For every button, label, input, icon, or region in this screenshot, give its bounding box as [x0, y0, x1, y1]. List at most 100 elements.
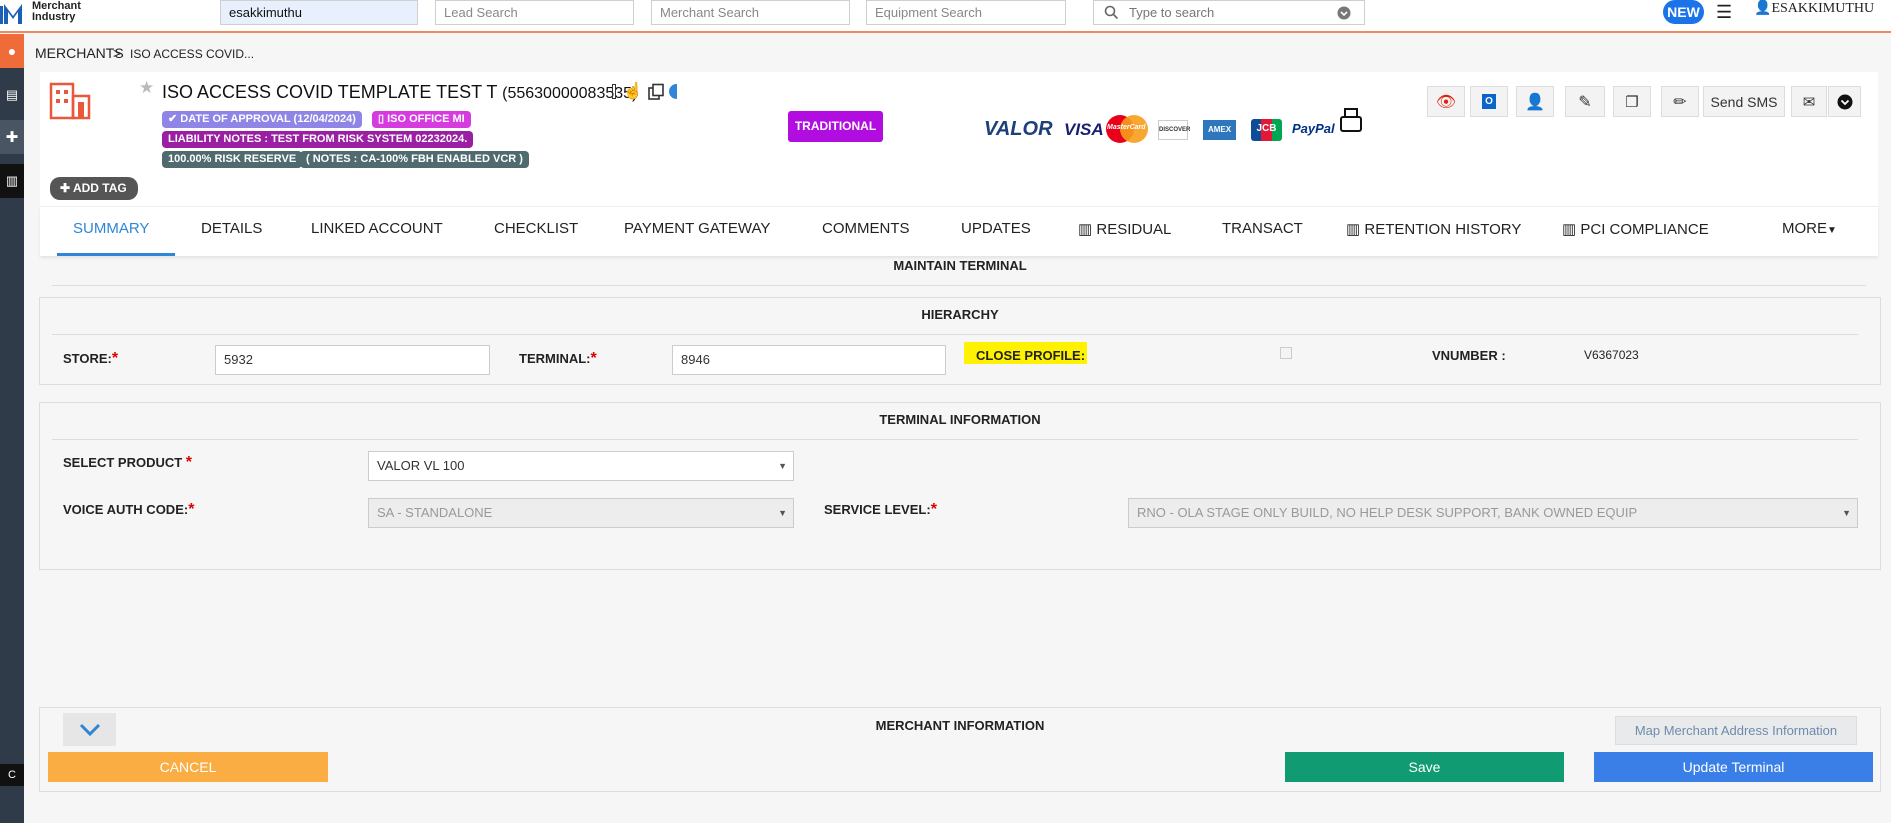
edit-button[interactable]: ✎ [1565, 86, 1605, 117]
amex-logo: AMEX [1203, 120, 1236, 140]
check-circle-icon: ✔ [168, 113, 178, 125]
send-sms-button[interactable]: Send SMS [1703, 86, 1785, 117]
tab-details[interactable]: DETAILS [201, 220, 262, 237]
tab-retention-history-label: RETENTION HISTORY [1364, 221, 1522, 238]
required-asterisk: * [590, 350, 597, 367]
caret-down-icon: ▼ [1827, 225, 1837, 236]
store-label: STORE:* [63, 350, 118, 368]
building-icon: ▥ [5, 173, 19, 188]
more-actions-button[interactable] [1828, 86, 1861, 117]
approval-badge: ✔ DATE OF APPROVAL (12/04/2024) [162, 111, 362, 128]
add-tag-button[interactable]: ✚ ADD TAG [50, 177, 138, 200]
required-asterisk: * [111, 350, 119, 367]
visa-logo: VISA [1064, 120, 1104, 139]
tab-payment-gateway[interactable]: PAYMENT GATEWAY [624, 220, 770, 237]
tab-pci-compliance-label: PCI COMPLIANCE [1580, 221, 1709, 238]
equipment-search-input[interactable]: Equipment Search [866, 0, 1066, 25]
select-product-value: VALOR VL 100 [377, 458, 465, 473]
user-icon: 👤 [1754, 1, 1772, 16]
top-bar: Merchant Industry esakkimuthu Lead Searc… [0, 0, 1891, 33]
jcb-logo-text: JCB [1256, 123, 1277, 134]
discover-logo: DISCOVER [1158, 120, 1190, 140]
rail-item-puzzle[interactable]: ✚ [0, 120, 24, 154]
merchant-information-title: MERCHANT INFORMATION [875, 718, 1045, 733]
tab-checklist[interactable]: CHECKLIST [494, 220, 578, 237]
pencil-button[interactable]: ✏ [1661, 86, 1699, 117]
required-asterisk: * [185, 454, 193, 471]
select-product-dropdown[interactable]: VALOR VL 100 ▼ [368, 451, 794, 481]
rail-c-label: C [8, 769, 16, 781]
paypal-logo: PayPal [1292, 121, 1335, 136]
duplicate-button[interactable]: ❐ [1613, 86, 1651, 117]
save-button[interactable]: Save [1285, 752, 1564, 782]
building-icon [49, 82, 91, 120]
vnumber-label: VNUMBER : [1432, 348, 1506, 363]
close-profile-label: CLOSE PROFILE: [964, 342, 1087, 364]
tab-more-label: MORE [1782, 220, 1827, 237]
plus-icon: ✚ [60, 181, 71, 195]
valor-logo: VALOR [984, 118, 1053, 140]
outlook-icon: O [1482, 94, 1496, 109]
store-label-text: STORE: [63, 351, 112, 366]
chevron-down-circle-icon[interactable] [1337, 6, 1351, 20]
hamburger-menu-icon[interactable]: ☰ [1716, 2, 1732, 23]
update-terminal-button[interactable]: Update Terminal [1594, 752, 1873, 782]
hand-pointer-icon[interactable]: ☝ [623, 81, 643, 101]
service-level-dropdown[interactable]: RNO - OLA STAGE ONLY BUILD, NO HELP DESK… [1128, 498, 1858, 528]
merchant-industry-logo-icon [0, 4, 22, 24]
rail-item-c[interactable]: C [0, 764, 24, 786]
phone-icon[interactable] [612, 84, 616, 99]
map-merchant-address-button[interactable]: Map Merchant Address Information [1615, 716, 1857, 745]
tab-updates[interactable]: UPDATES [961, 220, 1031, 237]
tab-summary[interactable]: SUMMARY [73, 220, 149, 237]
user-menu[interactable]: 👤ESAKKIMUTHU [1754, 0, 1874, 17]
tab-pci-compliance[interactable]: ▥ PCI COMPLIANCE [1562, 220, 1709, 238]
lead-search-input[interactable]: Lead Search [435, 0, 634, 25]
building-icon: ▥ [1562, 221, 1577, 238]
user-search-input[interactable]: esakkimuthu [220, 0, 418, 25]
maintain-terminal-title: MAINTAIN TERMINAL [893, 258, 1027, 273]
mastercard-logo-text: MasterCard [1107, 124, 1146, 131]
puzzle-icon: ✚ [5, 129, 19, 146]
tab-linked-account[interactable]: LINKED ACCOUNT [311, 220, 443, 237]
breadcrumb-merchants[interactable]: MERCHANTS [35, 45, 124, 61]
store-input[interactable]: 5932 [215, 345, 490, 375]
rail-item-building[interactable]: ▥ [0, 164, 24, 198]
building-icon: ▥ [1346, 221, 1361, 238]
voice-auth-dropdown[interactable]: SA - STANDALONE ▼ [368, 498, 794, 528]
info-partial-icon[interactable] [669, 84, 677, 99]
tab-more[interactable]: MORE▼ [1782, 220, 1837, 237]
outlook-button[interactable]: O [1470, 86, 1508, 117]
tab-residual[interactable]: ▥ RESIDUAL [1078, 220, 1171, 238]
terminal-input[interactable]: 8946 [672, 345, 946, 375]
breadcrumb-current: ISO ACCESS COVID... [130, 47, 255, 61]
global-search-box[interactable]: Type to search [1093, 0, 1365, 25]
approval-badge-text: DATE OF APPROVAL (12/04/2024) [180, 113, 356, 125]
cancel-button[interactable]: CANCEL [48, 752, 328, 782]
copy-icon[interactable] [647, 83, 665, 101]
rail-item-id-card[interactable]: ▤ [0, 78, 24, 112]
logo-text: Merchant Industry [32, 1, 81, 23]
close-profile-checkbox[interactable] [1280, 347, 1292, 359]
voice-auth-label: VOICE AUTH CODE:* [63, 501, 194, 519]
favorite-star-icon[interactable]: ★ [139, 78, 154, 98]
chevron-down-circle-icon [1837, 94, 1852, 109]
traditional-badge: TRADITIONAL [788, 111, 883, 142]
tab-comments[interactable]: COMMENTS [822, 220, 910, 237]
caret-down-icon: ▼ [778, 508, 787, 518]
tab-retention-history[interactable]: ▥ RETENTION HISTORY [1346, 220, 1521, 238]
logo-line2: Industry [32, 11, 76, 23]
tab-transact[interactable]: TRANSACT [1222, 220, 1303, 237]
merchant-search-input[interactable]: Merchant Search [651, 0, 850, 25]
new-badge[interactable]: NEW [1663, 0, 1704, 24]
username: ESAKKIMUTHU [1771, 1, 1875, 16]
user-button[interactable]: 👤 [1516, 86, 1554, 117]
terminal-information-title: TERMINAL INFORMATION [879, 412, 1041, 427]
email-button[interactable]: ✉ [1791, 86, 1827, 117]
service-level-value: RNO - OLA STAGE ONLY BUILD, NO HELP DESK… [1137, 505, 1638, 520]
duplicate-icon: ❐ [1625, 93, 1639, 111]
residual-icon: ▥ [1078, 221, 1093, 238]
terminal-label: TERMINAL:* [519, 350, 597, 368]
view-button[interactable]: 👁 [1427, 86, 1465, 117]
rail-item-paw[interactable]: ● [0, 34, 24, 68]
